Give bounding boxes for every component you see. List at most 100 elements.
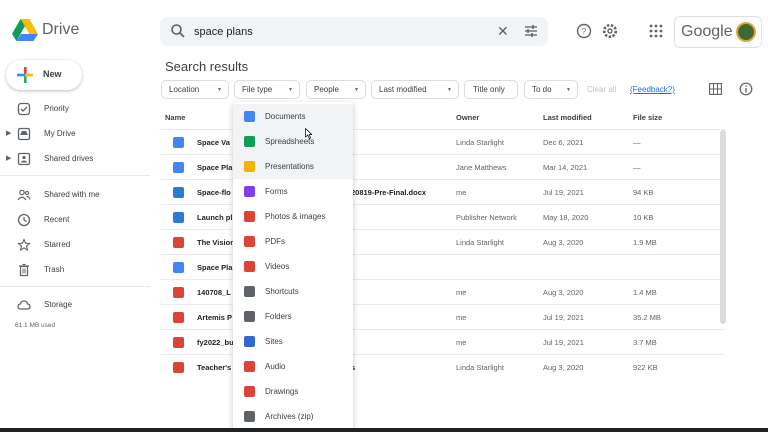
sidebar-item-recent[interactable]: Recent xyxy=(0,209,150,231)
dropdown-arrow-icon: ▼ xyxy=(288,87,293,93)
shared-drives-icon xyxy=(17,152,31,166)
menu-item-drawings[interactable]: Drawings xyxy=(233,379,353,404)
file-name[interactable]: fy2022_bu xyxy=(197,338,234,347)
file-name[interactable]: 140708_L xyxy=(197,288,231,297)
menu-item-forms[interactable]: Forms xyxy=(233,179,353,204)
sidebar-item-label: Recent xyxy=(44,215,70,224)
file-name[interactable]: Space-flo xyxy=(197,188,231,197)
menu-item-folders[interactable]: Folders xyxy=(233,304,353,329)
menu-item-audio[interactable]: Audio xyxy=(233,354,353,379)
file-name[interactable]: Space Va xyxy=(197,138,230,147)
filter-chip-to-do[interactable]: To do ▼ xyxy=(524,80,578,99)
menu-item-videos[interactable]: Videos xyxy=(233,254,353,279)
top-bar: Drive ✕ ? Google xyxy=(0,0,768,62)
sidebar-item-shared-drives[interactable]: ▶ Shared drives xyxy=(0,148,150,170)
column-header-name[interactable]: Name xyxy=(165,113,185,122)
menu-item-label: PDFs xyxy=(265,237,285,246)
expand-caret-icon[interactable]: ▶ xyxy=(6,154,11,162)
menu-item-photos-images[interactable]: Photos & images xyxy=(233,204,353,229)
menu-item-label: Sites xyxy=(265,337,283,346)
sidebar-item-trash[interactable]: Trash xyxy=(0,259,150,281)
menu-item-label: Documents xyxy=(265,112,306,121)
menu-item-spreadsheets[interactable]: Spreadsheets xyxy=(233,129,353,154)
sidebar-item-label: My Drive xyxy=(44,129,76,138)
menu-item-label: Folders xyxy=(265,312,292,321)
sidebar-item-starred[interactable]: Starred xyxy=(0,234,150,256)
sidebar-item-label: Priority xyxy=(44,104,69,113)
menu-item-label: Audio xyxy=(265,362,286,371)
sidebar-item-label: Trash xyxy=(44,265,65,274)
star-icon xyxy=(17,238,31,252)
chip-label: Last modified xyxy=(379,85,427,94)
pdf-file-icon xyxy=(173,237,184,248)
sidebar-divider xyxy=(0,286,150,287)
file-name[interactable]: Space Pla xyxy=(197,263,232,272)
sidebar-item-priority[interactable]: Priority xyxy=(0,98,150,120)
clear-all-button[interactable]: Clear all xyxy=(587,85,616,94)
new-button-label: New xyxy=(43,69,62,79)
apps-grid-icon[interactable] xyxy=(647,22,665,40)
storage-used-text: 61.1 MB used xyxy=(15,322,56,329)
search-bar[interactable]: ✕ xyxy=(160,17,548,46)
filter-chip-location[interactable]: Location ▼ xyxy=(161,80,229,99)
file-name[interactable]: Space Pla xyxy=(197,163,232,172)
new-button[interactable]: New xyxy=(6,60,82,90)
pdf-file-icon xyxy=(173,287,184,298)
menu-item-presentations[interactable]: Presentations xyxy=(233,154,353,179)
menu-item-documents[interactable]: Documents xyxy=(233,104,353,129)
dropdown-arrow-icon: ▼ xyxy=(566,87,571,93)
videos-icon xyxy=(244,261,255,272)
menu-item-sites[interactable]: Sites xyxy=(233,329,353,354)
feedback-link[interactable]: (Feedback?) xyxy=(630,85,675,94)
chip-label: Title only xyxy=(473,85,505,94)
documents-icon xyxy=(244,111,255,122)
file-last-modified: Aug 3, 2020 xyxy=(543,288,584,297)
shortcut-file-icon xyxy=(173,262,184,273)
file-name[interactable]: Artemis P xyxy=(197,313,232,322)
menu-item-pdfs[interactable]: PDFs xyxy=(233,229,353,254)
sidebar-item-shared-with-me[interactable]: Shared with me xyxy=(0,184,150,206)
settings-gear-icon[interactable] xyxy=(601,22,619,40)
column-header-owner[interactable]: Owner xyxy=(456,113,479,122)
scrollbar[interactable] xyxy=(720,130,726,324)
search-options-icon[interactable] xyxy=(524,24,538,38)
help-icon[interactable]: ? xyxy=(575,22,593,40)
pdf-file-icon xyxy=(173,337,184,348)
search-input[interactable] xyxy=(194,22,444,42)
search-icon[interactable] xyxy=(170,23,186,39)
info-icon[interactable] xyxy=(739,82,753,96)
file-size: 35.2 MB xyxy=(633,313,661,322)
file-last-modified: Jul 19, 2021 xyxy=(543,338,584,347)
people-icon xyxy=(17,189,31,201)
file-name[interactable]: Teacher's xyxy=(197,363,231,372)
clear-search-icon[interactable]: ✕ xyxy=(497,23,509,39)
word-file-icon xyxy=(173,187,184,198)
file-owner: Linda Starlight xyxy=(456,138,504,147)
filter-chip-people[interactable]: People ▼ xyxy=(306,80,366,99)
avatar[interactable] xyxy=(736,22,756,42)
menu-item-label: Shortcuts xyxy=(265,287,299,296)
grid-view-icon[interactable] xyxy=(709,83,722,95)
file-name[interactable]: Launch pl xyxy=(197,213,232,222)
expand-caret-icon[interactable]: ▶ xyxy=(6,129,11,137)
audio-icon xyxy=(244,361,255,372)
chip-label: People xyxy=(314,85,339,94)
account-switcher[interactable]: Google xyxy=(674,16,762,48)
dropdown-arrow-icon: ▼ xyxy=(447,87,452,93)
app-name[interactable]: Drive xyxy=(42,21,79,39)
filter-chip-file-type[interactable]: File type ▼ xyxy=(234,80,300,99)
filter-chip-last-modified[interactable]: Last modified ▼ xyxy=(371,80,459,99)
sidebar-item-storage[interactable]: Storage xyxy=(0,294,150,316)
clock-icon xyxy=(17,213,31,227)
menu-item-shortcuts[interactable]: Shortcuts xyxy=(233,279,353,304)
column-header-last-modified[interactable]: Last modified xyxy=(543,113,592,122)
filter-chip-title-only[interactable]: Title only xyxy=(464,80,518,99)
column-header-file-size[interactable]: File size xyxy=(633,113,662,122)
file-name[interactable]: The Vision xyxy=(197,238,235,247)
file-last-modified: Jul 19, 2021 xyxy=(543,313,584,322)
sidebar-item-label: Starred xyxy=(44,240,71,249)
file-size: 1.4 MB xyxy=(633,288,657,297)
drive-logo-icon[interactable] xyxy=(12,19,38,41)
menu-item-archives-zip[interactable]: Archives (zip) xyxy=(233,404,353,429)
sidebar-item-my-drive[interactable]: ▶ My Drive xyxy=(0,123,150,145)
